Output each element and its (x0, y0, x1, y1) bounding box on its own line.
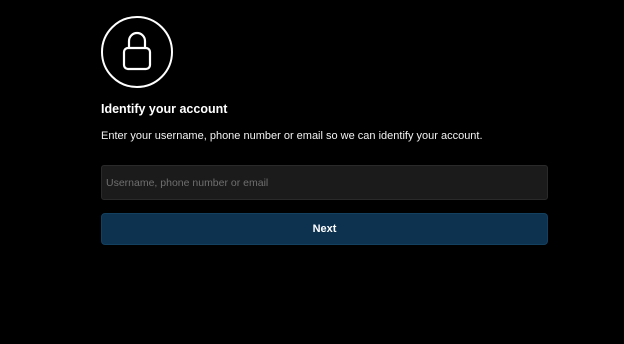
identify-account-page: Identify your account Enter your usernam… (0, 0, 624, 344)
instruction-text: Enter your username, phone number or ema… (101, 130, 483, 142)
next-button[interactable]: Next (101, 213, 548, 245)
lock-icon (101, 16, 173, 88)
identifier-input[interactable] (101, 165, 548, 200)
page-title: Identify your account (101, 102, 228, 116)
